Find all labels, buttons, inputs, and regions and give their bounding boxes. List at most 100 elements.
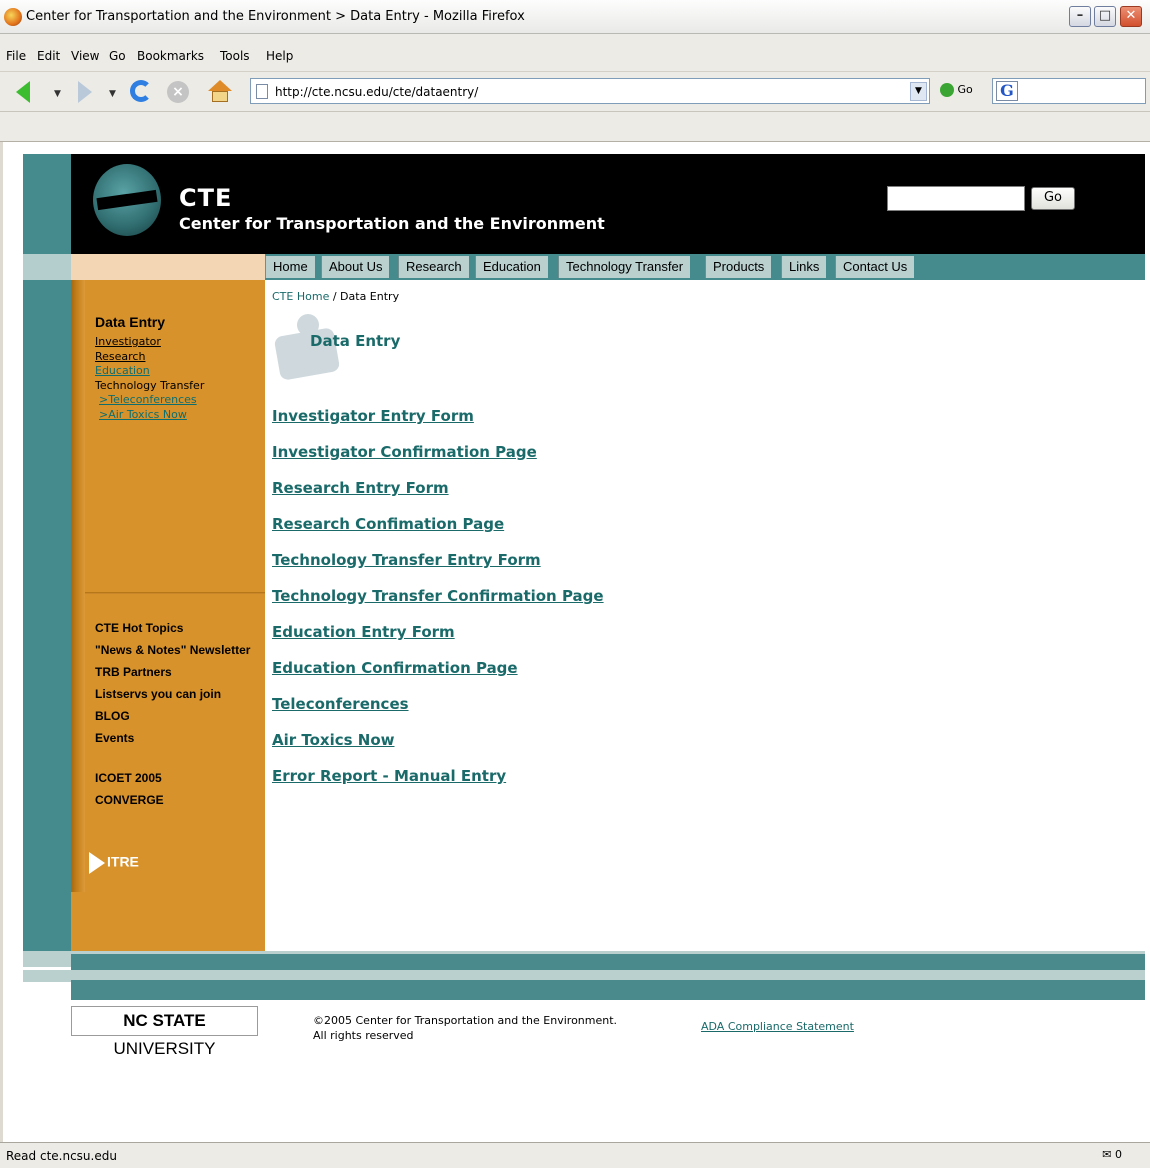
sidebar-link-education[interactable]: Education [95, 364, 204, 379]
sidebar-link-teleconferences[interactable]: >Teleconferences [95, 393, 204, 408]
footer-band [71, 954, 1145, 970]
site-logo-name[interactable]: Center for Transportation and the Enviro… [179, 214, 605, 233]
hot-link-blog[interactable]: BLOG [95, 705, 250, 727]
home-button[interactable] [206, 78, 234, 106]
sidebar-heading: Data Entry [95, 314, 166, 330]
ncstate-rest: UNIVERSITY [113, 1039, 216, 1058]
url-text[interactable]: http://cte.ncsu.edu/cte/dataentry/ [275, 85, 478, 99]
go-icon [940, 83, 954, 97]
forward-button[interactable] [70, 78, 98, 106]
link-tech-transfer-confirmation-page[interactable]: Technology Transfer Confirmation Page [272, 586, 604, 607]
nav-contact-us[interactable]: Contact Us [835, 256, 915, 278]
window-titlebar: Center for Transportation and the Enviro… [0, 0, 1150, 34]
breadcrumb: CTE Home / Data Entry [272, 290, 399, 303]
copyright: ©2005 Center for Transportation and the … [313, 1013, 617, 1043]
copyright-line1: ©2005 Center for Transportation and the … [313, 1014, 618, 1027]
close-button[interactable]: ✕ [1120, 6, 1142, 27]
nav-products[interactable]: Products [705, 256, 772, 278]
sidebar-link-investigator[interactable]: Investigator [95, 335, 204, 350]
home-icon [208, 80, 232, 91]
link-tech-transfer-entry-form[interactable]: Technology Transfer Entry Form [272, 550, 604, 571]
menu-view[interactable]: View [71, 49, 99, 63]
back-arrow-icon [16, 81, 30, 103]
link-research-confirmation-page[interactable]: Research Confimation Page [272, 514, 604, 535]
site-search-input[interactable] [887, 186, 1025, 211]
menu-file[interactable]: File [6, 49, 26, 63]
back-button[interactable] [14, 78, 42, 106]
link-education-entry-form[interactable]: Education Entry Form [272, 622, 604, 643]
ada-compliance-link[interactable]: ADA Compliance Statement [701, 1020, 854, 1033]
site-search-go-button[interactable]: Go [1031, 187, 1075, 210]
hot-link-cte-hot-topics[interactable]: CTE Hot Topics [95, 617, 250, 639]
sidebar-link-research[interactable]: Research [95, 350, 204, 365]
menu-edit[interactable]: Edit [37, 49, 60, 63]
top-navigation: Home About Us Research Education Technol… [265, 254, 1145, 280]
mail-indicator[interactable]: ✉ 0 [1102, 1148, 1122, 1161]
footer-band [71, 980, 1145, 1000]
firefox-icon [4, 8, 22, 26]
link-education-confirmation-page[interactable]: Education Confirmation Page [272, 658, 604, 679]
nav-research[interactable]: Research [398, 256, 469, 278]
menu-bookmarks[interactable]: Bookmarks [137, 49, 204, 63]
link-investigator-entry-form[interactable]: Investigator Entry Form [272, 406, 604, 427]
link-teleconferences[interactable]: Teleconferences [272, 694, 604, 715]
sidebar-shadow [71, 280, 85, 892]
hot-link-events[interactable]: Events [95, 727, 250, 749]
stop-icon: × [167, 81, 189, 103]
mail-count: 0 [1115, 1148, 1122, 1161]
nav-education[interactable]: Education [475, 256, 548, 278]
sidebar-links: Investigator Research Education Technolo… [95, 335, 204, 422]
link-research-entry-form[interactable]: Research Entry Form [272, 478, 604, 499]
menu-bar: File Edit View Go Bookmarks Tools Help [0, 34, 1150, 72]
hot-link-icoet-2005[interactable]: ICOET 2005 [95, 767, 250, 789]
ncstate-bold: NC STATE [123, 1011, 206, 1030]
home-icon-base [212, 91, 228, 102]
minimize-button[interactable]: – [1069, 6, 1091, 27]
forward-dropdown-icon[interactable]: ▼ [109, 89, 116, 99]
itre-label: ITRE [107, 853, 139, 870]
ncstate-logo[interactable]: NC STATE UNIVERSITY [71, 1006, 258, 1058]
hot-topics-list: CTE Hot Topics "News & Notes" Newsletter… [95, 617, 250, 811]
site-header: CTE Center for Transportation and the En… [71, 154, 1145, 254]
url-dropdown-icon[interactable]: ▼ [910, 82, 927, 101]
link-air-toxics-now[interactable]: Air Toxics Now [272, 730, 604, 751]
google-icon[interactable]: G [996, 81, 1018, 101]
sidebar: Data Entry Investigator Research Educati… [71, 280, 265, 951]
stop-button[interactable]: × [164, 78, 192, 106]
hot-link-trb-partners[interactable]: TRB Partners [95, 661, 250, 683]
status-text: Read cte.ncsu.edu [6, 1149, 117, 1163]
data-entry-links: Investigator Entry Form Investigator Con… [272, 406, 604, 802]
go-label: Go [957, 83, 973, 96]
back-dropdown-icon[interactable]: ▼ [54, 89, 61, 99]
globe-logo-icon[interactable] [93, 164, 161, 236]
maximize-button[interactable]: □ [1094, 6, 1116, 27]
google-search-box[interactable]: G [992, 78, 1146, 104]
menu-help[interactable]: Help [266, 49, 293, 63]
nav-stripe-accent [71, 254, 265, 280]
hot-link-converge[interactable]: CONVERGE [95, 789, 250, 811]
copyright-line2: All rights reserved [313, 1029, 414, 1042]
sidebar-link-air-toxics-now[interactable]: >Air Toxics Now [95, 408, 204, 423]
breadcrumb-home-link[interactable]: CTE Home [272, 290, 329, 303]
reload-button[interactable] [126, 78, 154, 106]
itre-logo[interactable]: ITRE [89, 852, 151, 878]
page-title: Data Entry [310, 332, 401, 350]
page-icon [256, 84, 268, 99]
nav-about-us[interactable]: About Us [321, 256, 390, 278]
menu-go[interactable]: Go [109, 49, 126, 63]
nav-links[interactable]: Links [781, 256, 827, 278]
link-investigator-confirmation-page[interactable]: Investigator Confirmation Page [272, 442, 604, 463]
go-button[interactable]: Go [940, 83, 973, 97]
menu-tools[interactable]: Tools [220, 49, 250, 63]
nav-home[interactable]: Home [265, 256, 315, 278]
hot-link-listservs[interactable]: Listservs you can join [95, 683, 250, 705]
link-error-report[interactable]: Error Report - Manual Entry [272, 766, 604, 787]
forward-arrow-icon [78, 81, 92, 103]
url-bar[interactable]: http://cte.ncsu.edu/cte/dataentry/ ▼ [250, 78, 930, 104]
breadcrumb-separator: / [329, 290, 341, 303]
page-content: CTE Center for Transportation and the En… [0, 142, 1150, 1142]
hot-link-newsletter[interactable]: "News & Notes" Newsletter [95, 639, 250, 661]
site-logo-abbr[interactable]: CTE [179, 184, 232, 212]
sidebar-link-technology-transfer[interactable]: Technology Transfer [95, 379, 204, 394]
nav-technology-transfer[interactable]: Technology Transfer [558, 256, 691, 278]
